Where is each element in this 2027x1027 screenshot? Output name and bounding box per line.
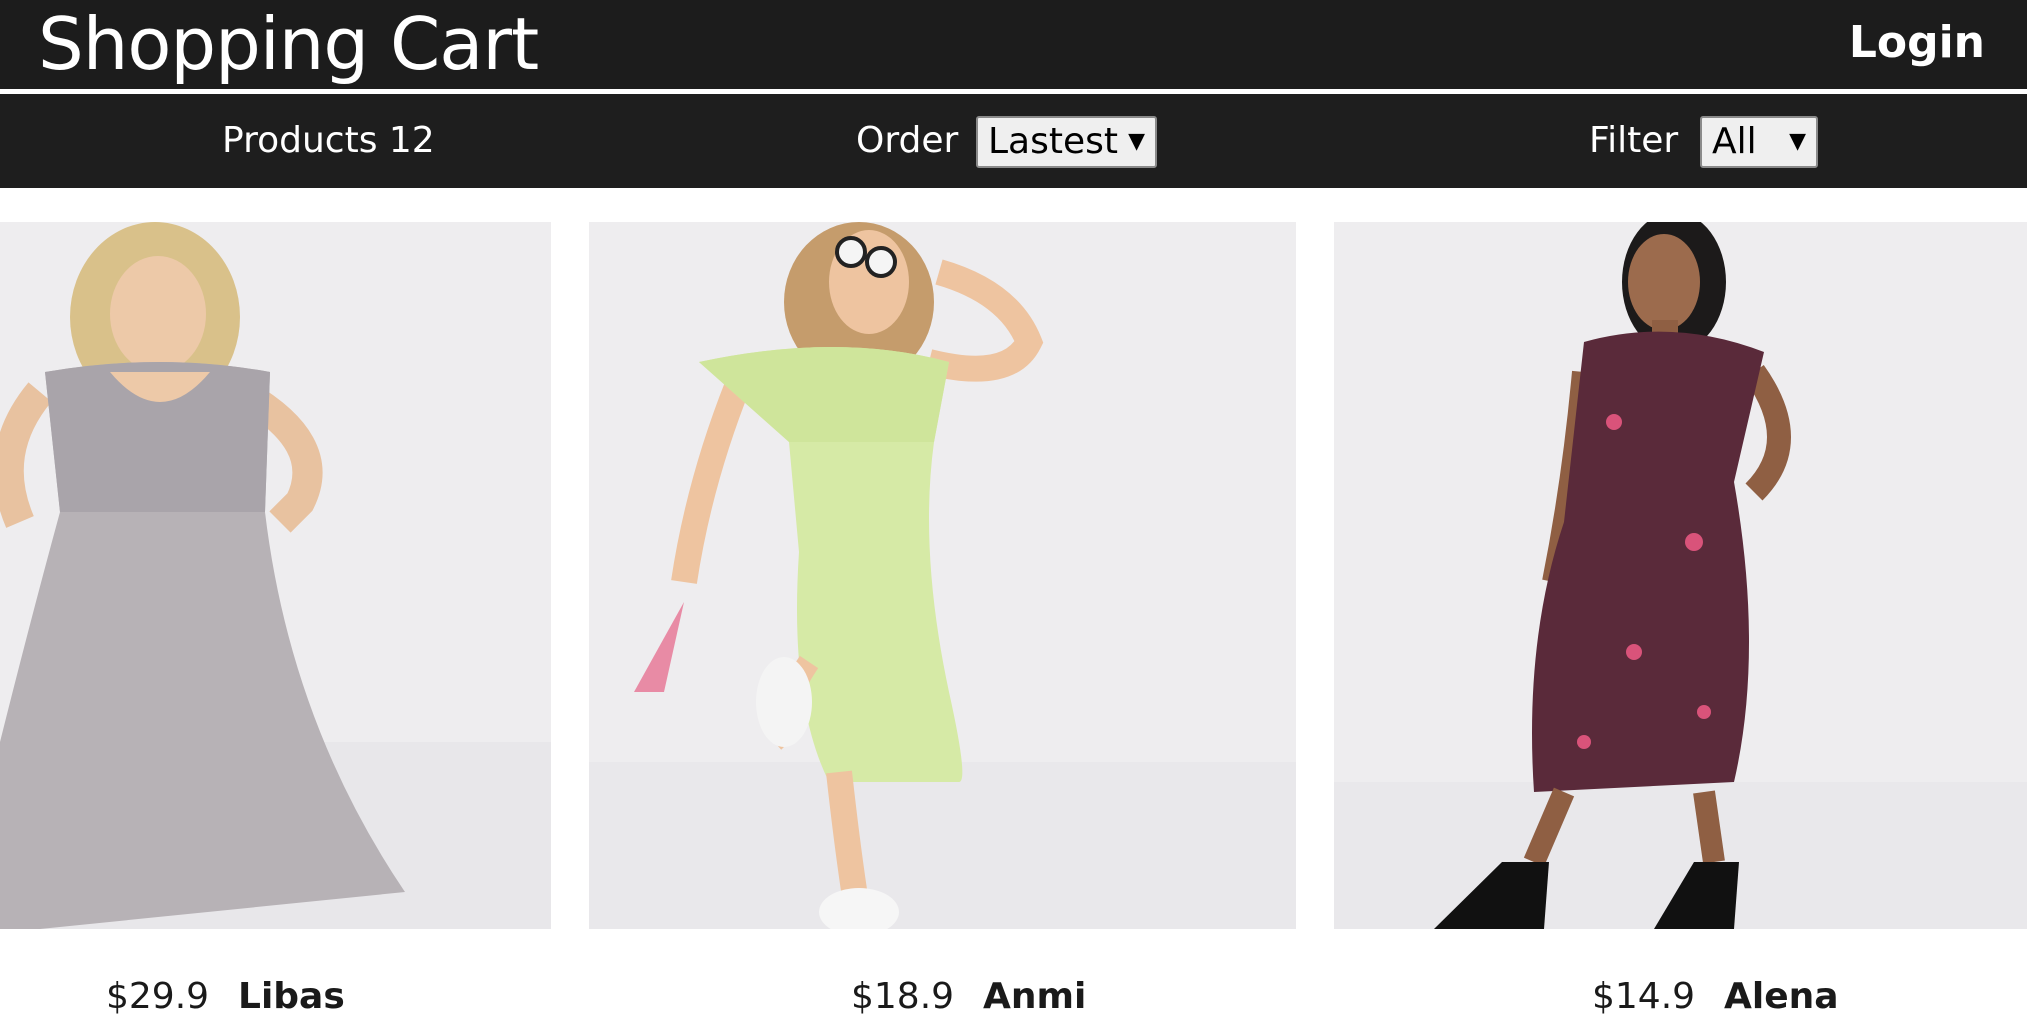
product-info: $18.9 Anmi [589, 967, 1296, 1027]
order-label: Order [856, 120, 959, 161]
product-info: $29.9 Libas [0, 967, 551, 1027]
product-name[interactable]: Libas [238, 967, 345, 1027]
product-image[interactable] [0, 222, 551, 929]
filter-select-value: All [1712, 121, 1757, 162]
order-select[interactable]: Lastest ▼ [976, 116, 1157, 168]
products-count: Products 12 [222, 120, 435, 161]
filter-label: Filter [1589, 120, 1679, 161]
model-photo-placeholder [589, 222, 1296, 929]
product-image[interactable] [1334, 222, 2027, 929]
order-select-value: Lastest [988, 121, 1119, 162]
chevron-down-icon: ▼ [1128, 129, 1145, 154]
product-price: $29.9 [106, 976, 210, 1017]
app-header: Shopping Cart Login [0, 0, 2027, 89]
model-photo-placeholder [0, 222, 551, 929]
filter-select[interactable]: All ▼ [1700, 116, 1818, 168]
product-name[interactable]: Alena [1724, 967, 1839, 1027]
login-link[interactable]: Login [1849, 0, 1985, 89]
product-name[interactable]: Anmi [983, 967, 1086, 1027]
model-photo-placeholder [1334, 222, 2027, 929]
product-info: $14.9 Alena [1334, 967, 2027, 1027]
product-price: $14.9 [1592, 976, 1696, 1017]
brand-title: Shopping Cart [38, 2, 539, 86]
product-image[interactable] [589, 222, 1296, 929]
chevron-down-icon: ▼ [1789, 129, 1806, 154]
product-price: $18.9 [851, 976, 955, 1017]
filter-bar: Products 12 Order Lastest ▼ Filter All ▼ [0, 94, 2027, 188]
